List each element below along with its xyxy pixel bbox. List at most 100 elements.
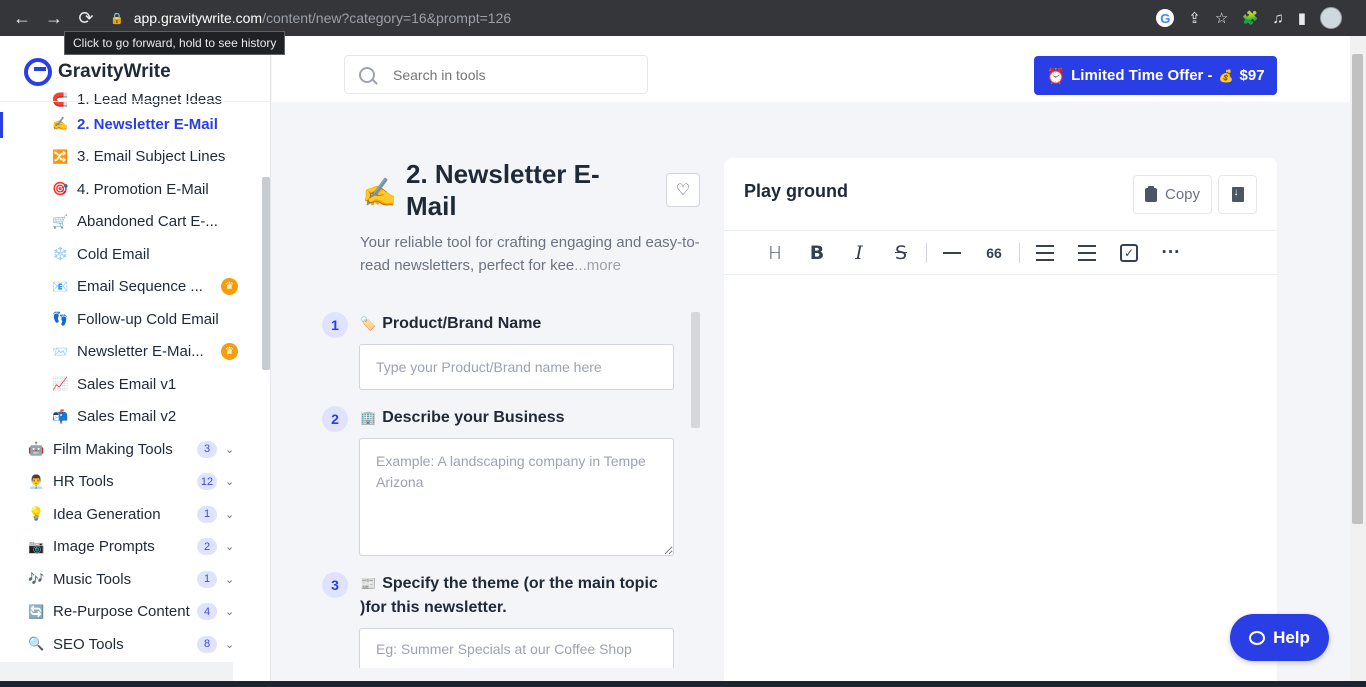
target-icon: 🎯 bbox=[52, 181, 69, 197]
form-scrollbar[interactable] bbox=[691, 312, 700, 428]
blockquote-button[interactable]: 66 bbox=[973, 238, 1015, 268]
favorite-heart-button[interactable]: ♡ bbox=[666, 173, 700, 207]
sidebar-item-label: 1. Lead Magnet Ideas bbox=[77, 92, 223, 108]
profile-avatar[interactable] bbox=[1320, 7, 1342, 29]
snowflake-icon: ❄️ bbox=[52, 246, 69, 262]
camera-icon: 📷 bbox=[28, 538, 45, 554]
task-list-button[interactable]: ✓ bbox=[1108, 238, 1150, 268]
sidebar-category-hr-tools[interactable]: 👨‍💼 HR Tools 12 ⌄ bbox=[0, 466, 260, 499]
bullet-list-button[interactable] bbox=[1024, 238, 1066, 268]
horizontal-rule-button[interactable] bbox=[931, 238, 973, 268]
sidebar-item-newsletter-email-premium[interactable]: 📨 Newsletter E-Mai... ♛ bbox=[0, 336, 260, 369]
sidebar-item-cold-email[interactable]: ❄️ Cold Email bbox=[0, 238, 260, 271]
tool-search[interactable] bbox=[344, 55, 648, 94]
heart-icon: ♡ bbox=[675, 182, 691, 199]
sidebar-item-promotion-email[interactable]: 🎯 4. Promotion E-Mail bbox=[0, 173, 260, 206]
more-link[interactable]: ...more bbox=[574, 257, 621, 274]
star-icon[interactable]: ☆ bbox=[1215, 9, 1228, 27]
google-icon[interactable]: G bbox=[1156, 9, 1175, 27]
download-doc-button[interactable] bbox=[1218, 175, 1257, 214]
checkbox-icon: ✓ bbox=[1120, 244, 1138, 262]
newsletter-theme-input[interactable] bbox=[359, 628, 674, 668]
chevron-down-icon[interactable]: ⌄ bbox=[225, 540, 234, 553]
forward-icon[interactable]: → bbox=[38, 2, 70, 34]
lightbulb-icon: 💡 bbox=[28, 506, 45, 522]
premium-crown-icon: ♛ bbox=[221, 343, 238, 361]
sidebar-category-image-prompts[interactable]: 📷 Image Prompts 2 ⌄ bbox=[0, 531, 260, 564]
back-icon[interactable]: ← bbox=[6, 2, 38, 34]
sidebar-horizontal-scrollbar[interactable] bbox=[0, 662, 233, 681]
sidebar-category-film-making[interactable]: 🤖 Film Making Tools 3 ⌄ bbox=[0, 433, 260, 466]
url-path: /content/new?category=16&prompt=126 bbox=[262, 10, 512, 26]
step-number: 1 bbox=[322, 312, 348, 338]
url-host: app.gravitywrite.com bbox=[133, 10, 263, 26]
heading-button[interactable]: H bbox=[754, 238, 796, 268]
help-button[interactable]: Help bbox=[1230, 614, 1329, 661]
sidebar-item-follow-up-cold-email[interactable]: 👣 Follow-up Cold Email bbox=[0, 303, 260, 336]
logo[interactable]: GravityWrite bbox=[24, 58, 171, 86]
italic-button[interactable]: I bbox=[838, 238, 880, 268]
product-brand-name-input[interactable] bbox=[359, 344, 674, 390]
chevron-down-icon[interactable]: ⌄ bbox=[225, 638, 234, 651]
logo-divider bbox=[0, 101, 270, 102]
extensions-icon[interactable]: 🧩 bbox=[1242, 10, 1258, 26]
clipboard-icon bbox=[1144, 185, 1157, 202]
repeat-icon: 🔄 bbox=[28, 603, 45, 619]
share-icon[interactable]: ⇪ bbox=[1188, 9, 1201, 27]
side-panel-icon[interactable]: ▮ bbox=[1298, 9, 1306, 27]
sidebar-category-idea-generation[interactable]: 💡 Idea Generation 1 ⌄ bbox=[0, 498, 260, 531]
sidebar-scrollbar[interactable] bbox=[262, 177, 270, 370]
media-icon[interactable]: ♫ bbox=[1272, 10, 1283, 27]
sidebar-item-email-sequence[interactable]: 📧 Email Sequence ... ♛ bbox=[0, 271, 260, 304]
chevron-down-icon[interactable]: ⌄ bbox=[225, 573, 234, 586]
tool-count-badge: 8 bbox=[197, 635, 217, 653]
ordered-list-button[interactable] bbox=[1066, 238, 1108, 268]
page-scrollbar-thumb[interactable] bbox=[1352, 54, 1363, 524]
sidebar-item-sales-email-v1[interactable]: 📈 Sales Email v1 bbox=[0, 368, 260, 401]
chevron-down-icon[interactable]: ⌄ bbox=[225, 475, 234, 488]
tool-description: Your reliable tool for crafting engaging… bbox=[360, 231, 705, 277]
sidebar-category-music-tools[interactable]: 🎶 Music Tools 1 ⌄ bbox=[0, 563, 260, 596]
question-label: 🏷️ Product/Brand Name bbox=[360, 312, 541, 336]
sidebar-item-email-subject-lines[interactable]: 🔀 3. Email Subject Lines bbox=[0, 141, 260, 174]
search-input[interactable] bbox=[393, 66, 613, 83]
strikethrough-button[interactable]: S bbox=[880, 238, 922, 268]
question-text: Product/Brand Name bbox=[382, 315, 542, 332]
copy-button[interactable]: Copy bbox=[1133, 175, 1212, 214]
sidebar-item-label: Abandoned Cart E-... bbox=[77, 213, 218, 231]
office-worker-icon: 👨‍💼 bbox=[28, 473, 45, 489]
chevron-down-icon[interactable]: ⌄ bbox=[225, 443, 234, 456]
reload-icon[interactable]: ⟳ bbox=[70, 2, 102, 34]
sidebar-item-abandoned-cart[interactable]: 🛒 Abandoned Cart E-... bbox=[0, 206, 260, 239]
horizontal-rule-icon bbox=[943, 252, 961, 254]
sidebar-item-lead-magnet-ideas[interactable]: 🧲 1. Lead Magnet Ideas bbox=[0, 92, 260, 108]
sidebar-item-label: Sales Email v1 bbox=[77, 375, 177, 393]
email-icon: 📧 bbox=[52, 278, 69, 294]
offer-price: $97 bbox=[1239, 67, 1265, 84]
business-description-textarea[interactable] bbox=[359, 438, 674, 556]
more-options-button[interactable]: ··· bbox=[1150, 238, 1192, 268]
sidebar-category-re-purpose-content[interactable]: 🔄 Re-Purpose Content 4 ⌄ bbox=[0, 596, 260, 629]
sidebar-tool-list: 🧲 1. Lead Magnet Ideas ✍️ 2. Newsletter E-… bbox=[0, 92, 260, 661]
top-bar: ⏰ Limited Time Offer - 💰 $97 bbox=[272, 36, 1350, 102]
limited-offer-button[interactable]: ⏰ Limited Time Offer - 💰 $97 bbox=[1034, 56, 1277, 95]
writing-hand-icon: ✍️ bbox=[52, 116, 69, 132]
chevron-down-icon[interactable]: ⌄ bbox=[225, 508, 234, 521]
sidebar-item-label: Cold Email bbox=[77, 245, 150, 263]
sidebar-category-seo-tools[interactable]: 🔍 SEO Tools 8 ⌄ bbox=[0, 628, 260, 661]
bold-button[interactable]: B bbox=[796, 238, 838, 268]
chat-bubble-icon bbox=[1249, 630, 1266, 645]
robot-icon: 🤖 bbox=[28, 441, 45, 457]
mailbox-icon: 📬 bbox=[52, 408, 69, 424]
sidebar-item-sales-email-v2[interactable]: 📬 Sales Email v2 bbox=[0, 401, 260, 434]
question-label: 📰 Specify the theme (or the main topic )f… bbox=[360, 572, 680, 620]
playground-panel: Play ground Copy H B I S 66 ✓ ··· bbox=[724, 158, 1277, 681]
sidebar-item-newsletter-email[interactable]: ✍️ 2. Newsletter E-Mail bbox=[0, 108, 260, 141]
search-icon bbox=[359, 66, 375, 83]
music-notes-icon: 🎶 bbox=[28, 571, 45, 587]
newspaper-icon: 📰 bbox=[360, 576, 377, 591]
copy-label: Copy bbox=[1164, 186, 1201, 203]
chevron-down-icon[interactable]: ⌄ bbox=[225, 605, 234, 618]
editor-content-area[interactable] bbox=[724, 275, 1277, 681]
logo-text: GravityWrite bbox=[58, 61, 171, 82]
